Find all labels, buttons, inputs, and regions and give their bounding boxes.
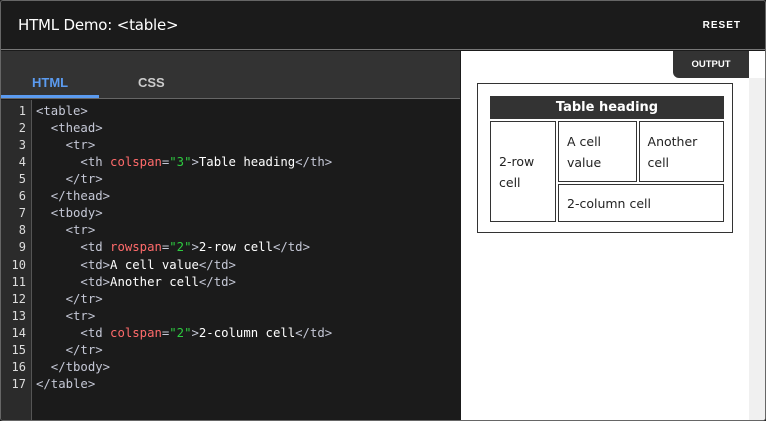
code-token-tag: <td> <box>36 274 111 289</box>
code-token-val: "3" <box>169 155 192 170</box>
line-number: 14 <box>11 325 26 340</box>
code-token-tag: </table> <box>36 376 96 391</box>
output-frame: Table heading 2-row cell A cell value An… <box>477 83 733 233</box>
code-token-tag: </thead> <box>36 189 111 204</box>
code-token-attr: colspan <box>110 325 162 340</box>
code-line: <td colspan="2">2-column cell</td> <box>36 326 332 340</box>
header: HTML Demo: <table> RESET <box>1 1 765 50</box>
reset-button[interactable]: RESET <box>703 20 741 31</box>
code-token-tag: <thead> <box>36 121 103 136</box>
code-token-txt: A cell value <box>110 257 199 272</box>
line-gutter: 1 2 3 4 5 6 7 8 9 10 11 12 13 14 15 16 17 <box>1 100 32 420</box>
code-token-txt: 2-row cell <box>198 240 273 255</box>
code-line: <th colspan="3">Table heading</th> <box>36 155 332 169</box>
line-number: 1 <box>18 104 26 118</box>
code-token-txt: Table heading <box>198 155 296 170</box>
code-token-tag: </tr> <box>36 342 103 357</box>
scrollbar[interactable] <box>749 78 765 420</box>
code-token-attr: rowspan <box>110 240 162 255</box>
output-panel: OUTPUT Table heading 2-row cell A cell v… <box>461 51 765 420</box>
code-line: </tr> <box>36 343 103 357</box>
code-line: <td>A cell value</td> <box>36 258 236 272</box>
code-token-tag: <tr> <box>36 138 96 153</box>
code-token-tag: <td> <box>36 257 111 272</box>
code-line: <tr> <box>36 138 96 153</box>
code-token-tag: > <box>191 155 199 170</box>
cell-2-column: 2-column cell <box>558 184 724 222</box>
tab-css[interactable]: CSS <box>138 75 165 90</box>
code-token-tag: <td <box>36 325 111 340</box>
cell-2-row: 2-row cell <box>490 121 556 222</box>
code-token-tag: </tr> <box>36 172 103 187</box>
code-token-tag: <tbody> <box>36 206 103 221</box>
line-number: 6 <box>18 189 26 204</box>
line-number: 17 <box>11 376 26 391</box>
code-token-txt: Another cell <box>110 274 199 289</box>
line-number: 8 <box>18 223 26 238</box>
code-token-tag: <table> <box>36 104 88 118</box>
code-line: <table> <box>36 104 88 118</box>
line-number: 3 <box>18 138 26 153</box>
line-number: 2 <box>18 121 26 136</box>
line-number: 11 <box>11 274 26 289</box>
page-title: HTML Demo: <table> <box>18 16 179 34</box>
code-line: </thead> <box>36 189 110 203</box>
code-line: <td rowspan="2">2-row cell</td> <box>36 240 310 254</box>
code-token-tag: > <box>191 325 199 340</box>
line-number: 5 <box>18 172 26 187</box>
code-line: <td>Another cell</td> <box>36 275 236 289</box>
line-number: 4 <box>18 155 26 170</box>
cell-another: Another cell <box>638 121 724 182</box>
code-line: </tbody> <box>36 360 110 374</box>
code-token-txt: 2-column cell <box>198 325 296 340</box>
code-token-tag: </th> <box>295 155 333 170</box>
output-tab[interactable]: OUTPUT <box>673 51 749 78</box>
tab-html[interactable]: HTML <box>32 75 68 90</box>
demo-table: Table heading 2-row cell A cell value An… <box>488 94 726 224</box>
line-number: 9 <box>18 240 26 255</box>
code-line: </tr> <box>36 292 103 306</box>
code-token-attr: colspan <box>110 155 162 170</box>
code-line: </tr> <box>36 172 103 186</box>
code-line: <tbody> <box>36 206 103 220</box>
code-token-tag: </td> <box>198 274 236 289</box>
line-number: 10 <box>11 257 26 272</box>
demo-frame: HTML Demo: <table> RESET HTML CSS 123456… <box>0 0 766 421</box>
code-line: <tr> <box>36 223 96 238</box>
line-number: 16 <box>11 359 26 374</box>
code-line: <tr> <box>36 308 96 323</box>
code-token-tag: </tr> <box>36 291 103 306</box>
line-number: 15 <box>11 342 26 357</box>
code-line: <thead> <box>36 121 103 135</box>
code-token-tag: <th <box>36 155 111 170</box>
code-token-tag: </td> <box>295 325 333 340</box>
cell-a-value: A cell value <box>558 121 637 182</box>
code-token-val: "2" <box>169 325 192 340</box>
line-number: 7 <box>18 206 26 221</box>
active-tab-indicator <box>1 95 99 98</box>
editor-tabs: HTML CSS <box>1 51 460 99</box>
code-editor[interactable]: 1 2 3 4 5 6 7 8 9 10 11 12 13 14 15 16 17 <table> <thead… <box>1 100 460 420</box>
code-token-tag: > <box>191 240 199 255</box>
line-number: 13 <box>11 308 26 323</box>
table-heading: Table heading <box>490 96 724 119</box>
code-token-val: "2" <box>169 240 192 255</box>
code-line: </table> <box>36 377 95 391</box>
code-token-tag: </tbody> <box>36 359 111 374</box>
code-token-tag: <tr> <box>36 308 96 323</box>
code-token-tag: </td> <box>272 240 310 255</box>
code-token-tag: </td> <box>198 257 236 272</box>
line-number: 12 <box>11 291 26 306</box>
code-token-tag: <td <box>36 240 111 255</box>
editor-panel: HTML CSS 1 2 3 4 5 6 7 8 9 10 11 12 13 14 15 16 17 <tabl… <box>1 51 460 420</box>
code-token-tag: <tr> <box>36 223 96 238</box>
